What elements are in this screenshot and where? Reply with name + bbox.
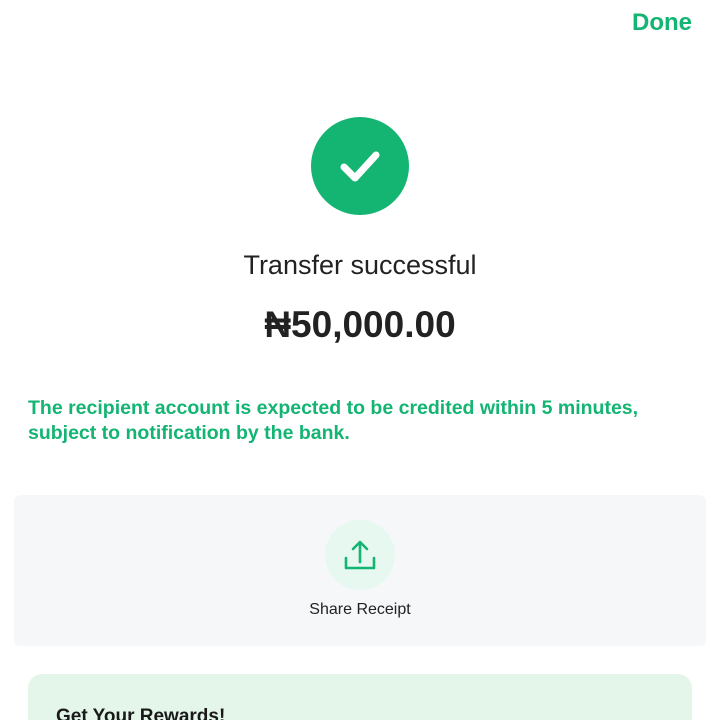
transfer-success-screen: Done Transfer successful ₦50,000.00 The …: [0, 0, 720, 720]
rewards-card[interactable]: Get Your Rewards!: [28, 674, 692, 720]
share-receipt-card: Share Receipt: [14, 495, 706, 646]
check-icon: [340, 151, 380, 182]
transfer-amount: ₦50,000.00: [264, 304, 456, 345]
share-receipt-button[interactable]: [325, 520, 395, 590]
success-check-badge: [311, 117, 409, 215]
upload-share-icon: [344, 540, 376, 570]
status-title: Transfer successful: [243, 250, 477, 280]
done-button[interactable]: Done: [632, 8, 692, 38]
rewards-title: Get Your Rewards!: [56, 706, 226, 720]
share-receipt-label: Share Receipt: [309, 601, 411, 618]
credit-notice: The recipient account is expected to be …: [28, 397, 639, 444]
